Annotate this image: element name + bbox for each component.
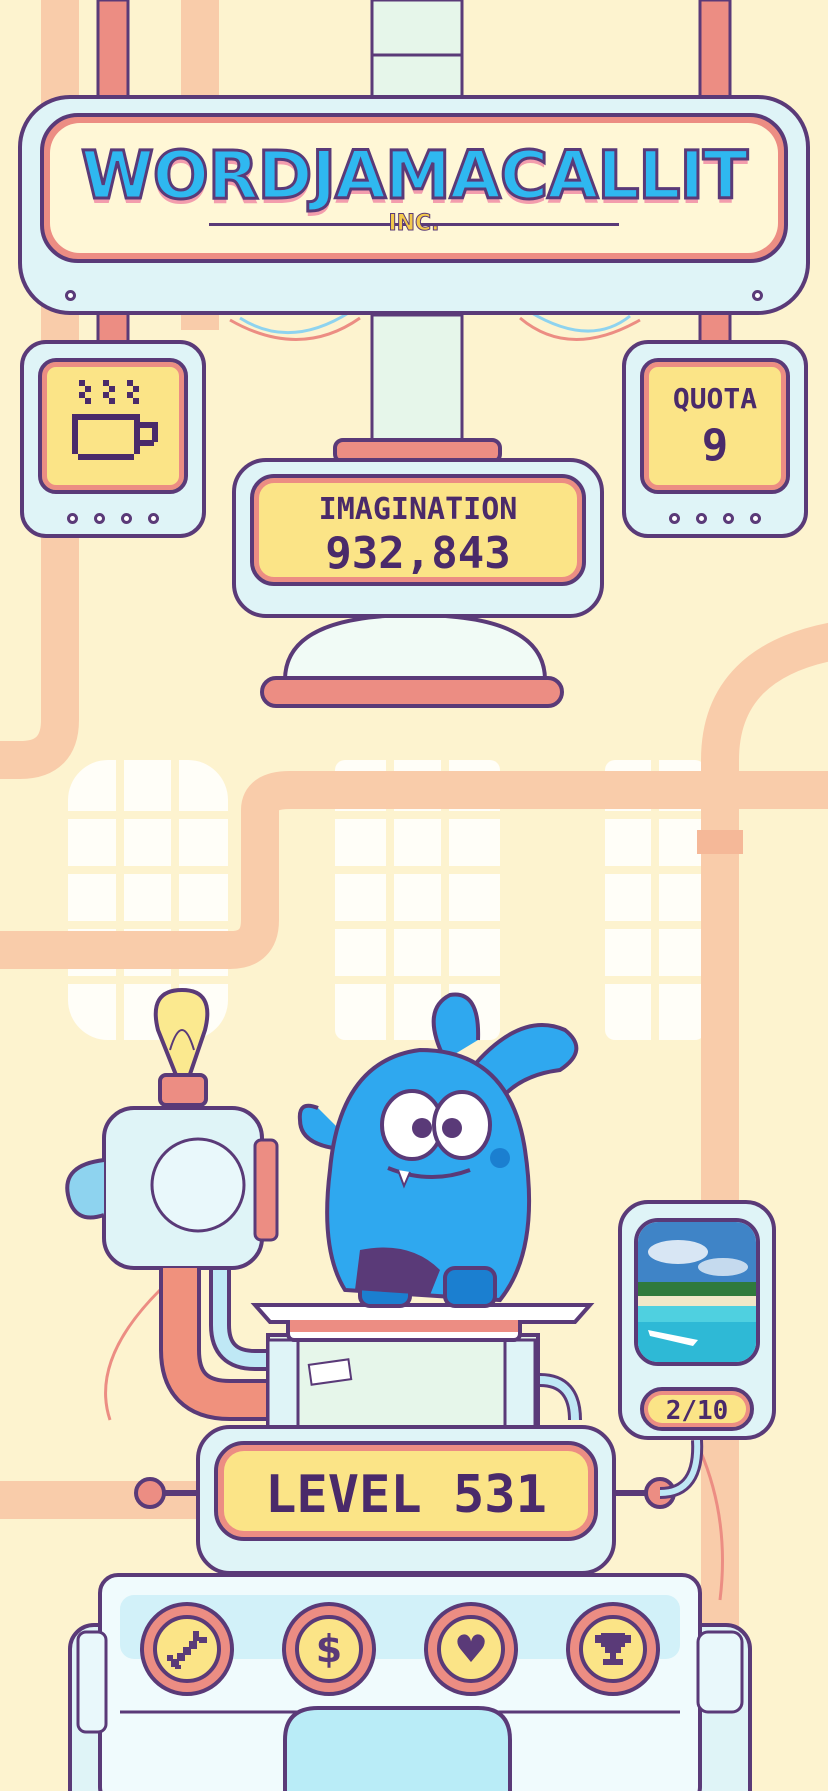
beach-photo-thumbnail xyxy=(634,1218,760,1366)
coffee-cup-icon xyxy=(72,380,158,460)
level-display[interactable]: LEVEL 531 xyxy=(196,1425,616,1575)
dollar-icon: $ xyxy=(315,1627,343,1671)
level-screen: LEVEL 531 xyxy=(214,1441,598,1541)
wrench-icon xyxy=(167,1631,207,1669)
level-label: LEVEL 531 xyxy=(265,1465,547,1525)
photo-progress: 2/10 xyxy=(640,1387,754,1431)
imagination-label: IMAGINATION xyxy=(318,492,518,527)
photo-album-button[interactable]: 2/10 xyxy=(618,1200,776,1440)
imagination-value: 932,843 xyxy=(325,528,511,579)
game-title: Wordjamacallit xyxy=(79,136,749,216)
title-sign-frame: Wordjamacallit INC. xyxy=(40,113,788,263)
likes-button[interactable]: ♥ xyxy=(424,1602,518,1696)
heart-icon: ♥ xyxy=(453,1627,489,1671)
trophy-button[interactable] xyxy=(566,1602,660,1696)
game-subtitle: INC. xyxy=(388,211,440,237)
quota-value: 9 xyxy=(701,420,729,471)
game-screen: Wordjamacallit INC. QUOTA 9 xyxy=(0,0,828,1791)
quota-label: QUOTA xyxy=(672,382,758,415)
shop-button[interactable]: $ xyxy=(282,1602,376,1696)
coffee-break-button[interactable] xyxy=(20,340,206,538)
quota-panel: QUOTA 9 xyxy=(622,340,808,538)
imagination-panel: IMAGINATION 932,843 xyxy=(232,458,604,618)
trophy-icon xyxy=(595,1633,631,1665)
title-sign: Wordjamacallit INC. xyxy=(18,95,810,315)
mascot-character xyxy=(297,992,579,1308)
tools-button[interactable] xyxy=(140,1602,234,1696)
photo-progress-text: 2/10 xyxy=(665,1396,729,1426)
